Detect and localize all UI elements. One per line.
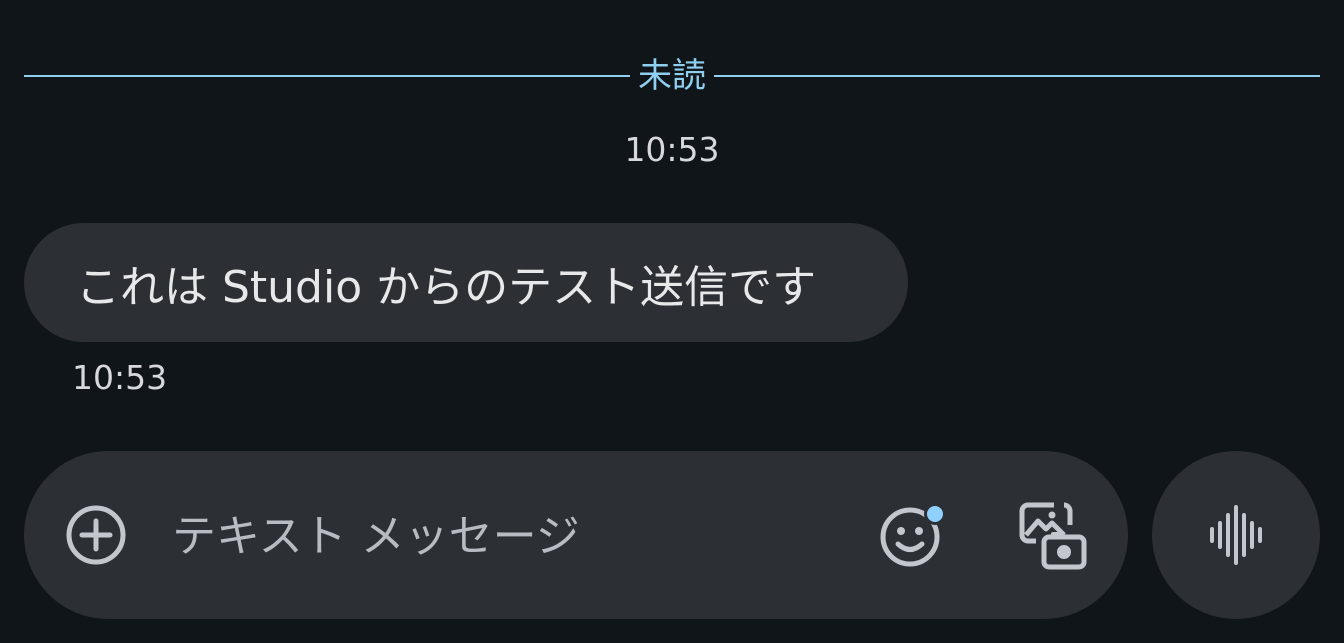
message-composer: [24, 451, 1128, 619]
gallery-icon: [1019, 502, 1087, 570]
thread-timestamp: 10:53: [624, 130, 720, 169]
add-attachment-button[interactable]: [62, 501, 130, 569]
gallery-button[interactable]: [1014, 495, 1094, 575]
divider-line-right: [714, 75, 1320, 77]
message-text: これは Studio からのテスト送信です: [76, 261, 817, 313]
add-circle-icon: [66, 505, 126, 565]
divider-line-left: [24, 75, 630, 77]
message-input[interactable]: [170, 495, 864, 577]
unread-label: 未読: [638, 56, 706, 96]
emoji-button[interactable]: [876, 499, 948, 571]
voice-message-button[interactable]: [1152, 451, 1320, 619]
emoji-badge-dot: [924, 503, 946, 525]
voice-waveform-icon: [1210, 505, 1262, 565]
message-bubble[interactable]: これは Studio からのテスト送信です: [24, 223, 908, 342]
message-timestamp: 10:53: [72, 358, 168, 397]
unread-divider: 未読: [24, 56, 1320, 96]
